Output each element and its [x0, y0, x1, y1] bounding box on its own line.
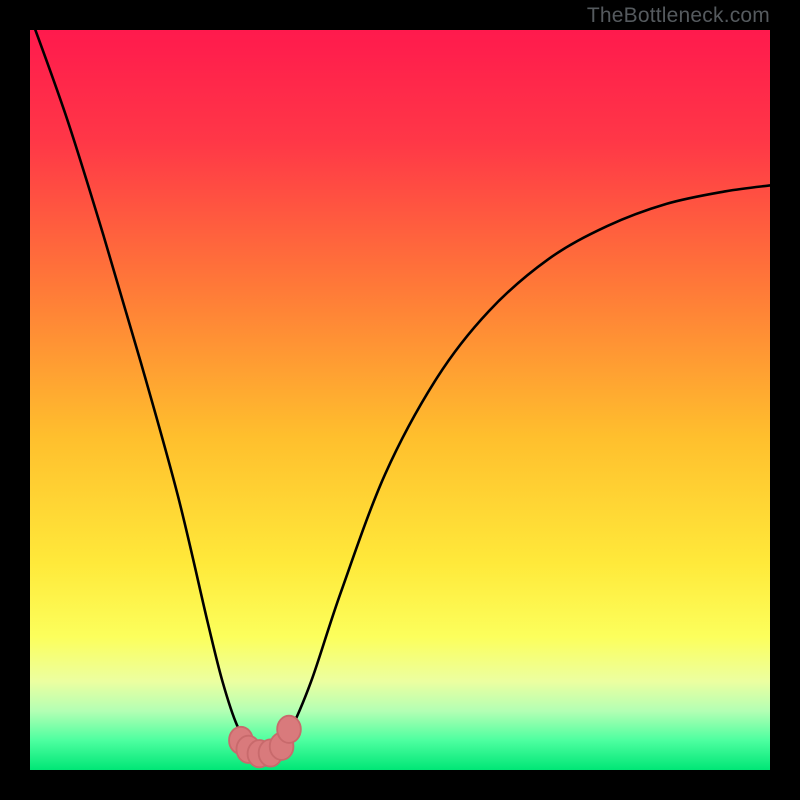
chart-frame: TheBottleneck.com [0, 0, 800, 800]
plot-area [30, 30, 770, 770]
watermark-text: TheBottleneck.com [587, 4, 770, 28]
curve-marker [277, 716, 301, 743]
chart-overlay [30, 30, 770, 770]
bottleneck-curve [30, 30, 770, 755]
curve-markers [229, 716, 301, 768]
